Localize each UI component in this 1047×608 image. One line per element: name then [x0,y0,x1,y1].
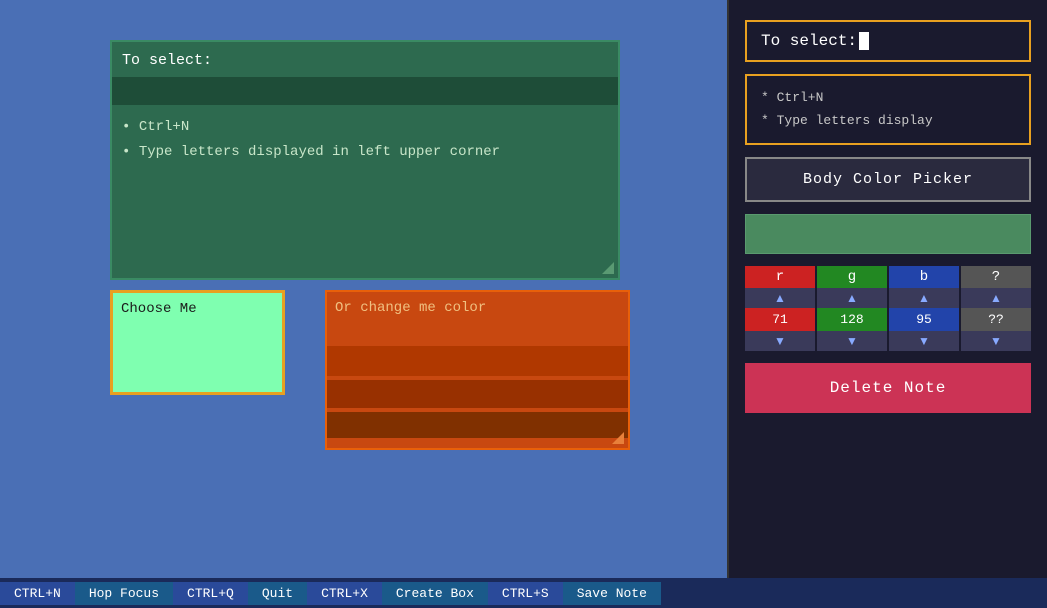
toolbar-shortcut-4[interactable]: CTRL+S [488,582,563,605]
note-large-divider [112,77,618,105]
toolbar-label-3[interactable]: Create Box [382,582,488,605]
select-input[interactable]: To select: [745,20,1031,62]
g-label: g [817,266,887,288]
toolbar-label-1[interactable]: Hop Focus [75,582,173,605]
color-controls: r ▲ 71 ▼ g ▲ 128 ▼ b ▲ 95 ▼ [745,266,1031,351]
note-orange[interactable]: Or change me color [325,290,630,450]
q-up-button[interactable]: ▲ [961,288,1031,308]
hint-2: * Type letters display [761,109,1015,132]
body-color-picker-button[interactable]: Body Color Picker [745,157,1031,202]
note-bullet-2: Type letters displayed in left upper cor… [122,140,608,165]
b-label: b [889,266,959,288]
r-up-button[interactable]: ▲ [745,288,815,308]
q-value: ?? [961,308,1031,331]
hint-1: * Ctrl+N [761,86,1015,109]
b-value: 95 [889,308,959,331]
text-cursor [859,32,869,50]
note-small[interactable]: Choose Me [110,290,285,395]
toolbar-label-4[interactable]: Save Note [563,582,661,605]
right-panel: To select: * Ctrl+N * Type letters displ… [727,0,1047,578]
b-up-button[interactable]: ▲ [889,288,959,308]
note-bullet-1: Ctrl+N [122,115,608,140]
note-orange-label: Or change me color [335,300,486,316]
channel-b: b ▲ 95 ▼ [889,266,959,351]
note-large[interactable]: To select: Ctrl+N Type letters displayed… [110,40,620,280]
note-large-title: To select: [122,52,608,69]
channel-q: ? ▲ ?? ▼ [961,266,1031,351]
main-area: To select: Ctrl+N Type letters displayed… [0,0,1047,578]
toolbar-shortcut-1[interactable]: CTRL+N [0,582,75,605]
g-value: 128 [817,308,887,331]
stripe2 [327,380,628,408]
toolbar: CTRL+N Hop Focus CTRL+Q Quit CTRL+X Crea… [0,578,1047,608]
g-down-button[interactable]: ▼ [817,331,887,351]
q-down-button[interactable]: ▼ [961,331,1031,351]
r-value: 71 [745,308,815,331]
toolbar-label-2[interactable]: Quit [248,582,307,605]
r-label: r [745,266,815,288]
note-large-body: Ctrl+N Type letters displayed in left up… [122,115,608,165]
color-preview [745,214,1031,254]
r-down-button[interactable]: ▼ [745,331,815,351]
select-label: To select: [761,32,857,50]
note-small-label: Choose Me [121,301,197,317]
stripe3 [327,412,628,438]
canvas-area: To select: Ctrl+N Type letters displayed… [0,0,727,578]
channel-g: g ▲ 128 ▼ [817,266,887,351]
g-up-button[interactable]: ▲ [817,288,887,308]
toolbar-shortcut-2[interactable]: CTRL+Q [173,582,248,605]
delete-note-button[interactable]: Delete Note [745,363,1031,413]
q-label: ? [961,266,1031,288]
channel-r: r ▲ 71 ▼ [745,266,815,351]
toolbar-shortcut-3[interactable]: CTRL+X [307,582,382,605]
hints-box: * Ctrl+N * Type letters display [745,74,1031,145]
b-down-button[interactable]: ▼ [889,331,959,351]
resize-handle[interactable] [602,262,614,274]
stripe1 [327,346,628,376]
